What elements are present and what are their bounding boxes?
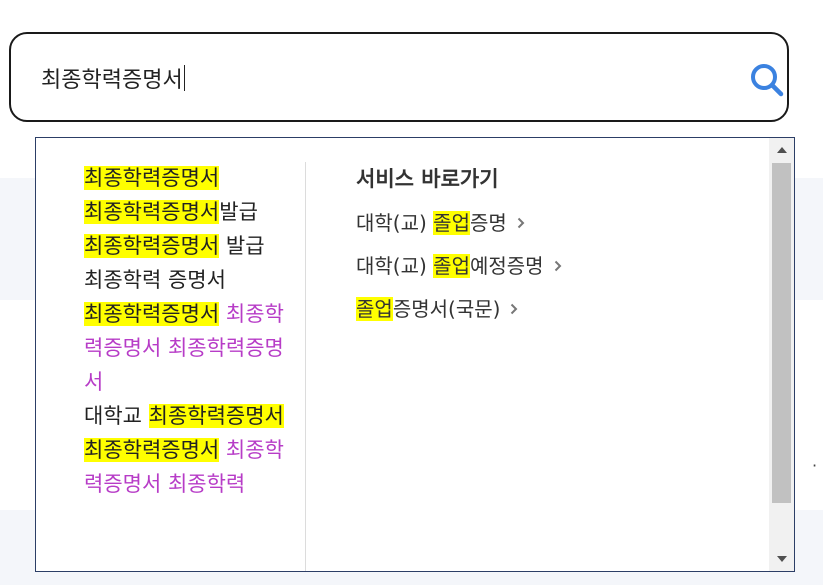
highlighted-match: 최종학력증명서	[84, 438, 220, 462]
autocomplete-dropdown: 최종학력증명서 최종학력증명서발급 최종학력증명서 발급 최종학력 증명서 최종학력증명…	[35, 137, 795, 572]
shortcut-link[interactable]: 대학(교) 졸업증명	[356, 208, 562, 238]
suggestion-item[interactable]: 최종학력 증명서	[84, 263, 284, 297]
highlighted-match: 졸업	[356, 297, 393, 321]
magnifier-icon	[751, 64, 784, 97]
chevron-right-icon	[517, 217, 525, 229]
shortcut-link[interactable]: 졸업증명서(국문)	[356, 294, 562, 324]
highlighted-match: 최종학력증명서	[84, 166, 220, 190]
scroll-thumb[interactable]	[772, 163, 791, 503]
suggestion-item[interactable]: 최종학력증명서	[84, 161, 284, 195]
item-text: 증명	[469, 211, 507, 235]
search-button[interactable]	[747, 60, 787, 100]
suggestion-item[interactable]: 대학교 최종학력증명서	[84, 399, 284, 433]
shortcut-label: 대학(교) 졸업예정증명	[356, 251, 544, 281]
item-text: 증명서(국문)	[392, 297, 501, 321]
scrollbar[interactable]	[769, 138, 794, 571]
suggestion-item[interactable]: 최종학력증명서 발급	[84, 229, 284, 263]
highlighted-match: 최종학력증명서	[148, 404, 284, 428]
item-text: 대학(교)	[356, 211, 434, 235]
page-edge-mark: ·	[812, 456, 818, 475]
shortcuts-title: 서비스 바로가기	[356, 167, 499, 191]
highlighted-match: 최종학력증명서	[84, 302, 220, 326]
suggestion-item[interactable]: 최종학력증명서발급	[84, 195, 284, 229]
item-text: 대학교	[84, 404, 149, 428]
item-text: 발급	[219, 200, 258, 224]
triangle-down-icon	[776, 556, 787, 562]
item-text: 발급	[219, 234, 265, 258]
item-text: 대학(교)	[356, 254, 434, 278]
service-shortcuts: 서비스 바로가기 대학(교) 졸업증명 대학(교) 졸업예정증명 졸업증명서(국문)	[356, 162, 562, 337]
highlighted-match: 졸업	[433, 254, 470, 278]
text-caret	[183, 65, 186, 91]
suggestion-item[interactable]: 최종학력증명서 최종학력증명서 최종학력	[84, 433, 284, 501]
highlighted-match: 최종학력증명서	[84, 200, 220, 224]
shortcut-label: 대학(교) 졸업증명	[356, 208, 507, 238]
highlighted-match: 졸업	[433, 211, 470, 235]
scroll-down-button[interactable]	[769, 547, 794, 571]
column-divider	[305, 162, 306, 571]
scroll-up-button[interactable]	[769, 138, 794, 162]
chevron-right-icon	[554, 260, 562, 272]
shortcut-label: 졸업증명서(국문)	[356, 294, 500, 324]
item-text: 최종학력 증명서	[84, 268, 226, 292]
chevron-right-icon	[510, 303, 518, 315]
suggestion-list: 최종학력증명서 최종학력증명서발급 최종학력증명서 발급 최종학력 증명서 최종학력증명…	[84, 161, 284, 501]
search-box[interactable]: 최종학력증명서	[9, 32, 789, 122]
item-text: 예정증명	[469, 254, 544, 278]
shortcut-link[interactable]: 대학(교) 졸업예정증명	[356, 251, 562, 281]
highlighted-match: 최종학력증명서	[84, 234, 220, 258]
suggestion-item[interactable]: 최종학력증명서 최종학력증명서 최종학력증명서	[84, 297, 284, 399]
search-input[interactable]: 최종학력증명서	[41, 60, 681, 96]
triangle-up-icon	[776, 147, 787, 153]
search-input-value: 최종학력증명서	[41, 68, 183, 93]
shortcut-list: 대학(교) 졸업증명 대학(교) 졸업예정증명 졸업증명서(국문)	[356, 208, 562, 324]
